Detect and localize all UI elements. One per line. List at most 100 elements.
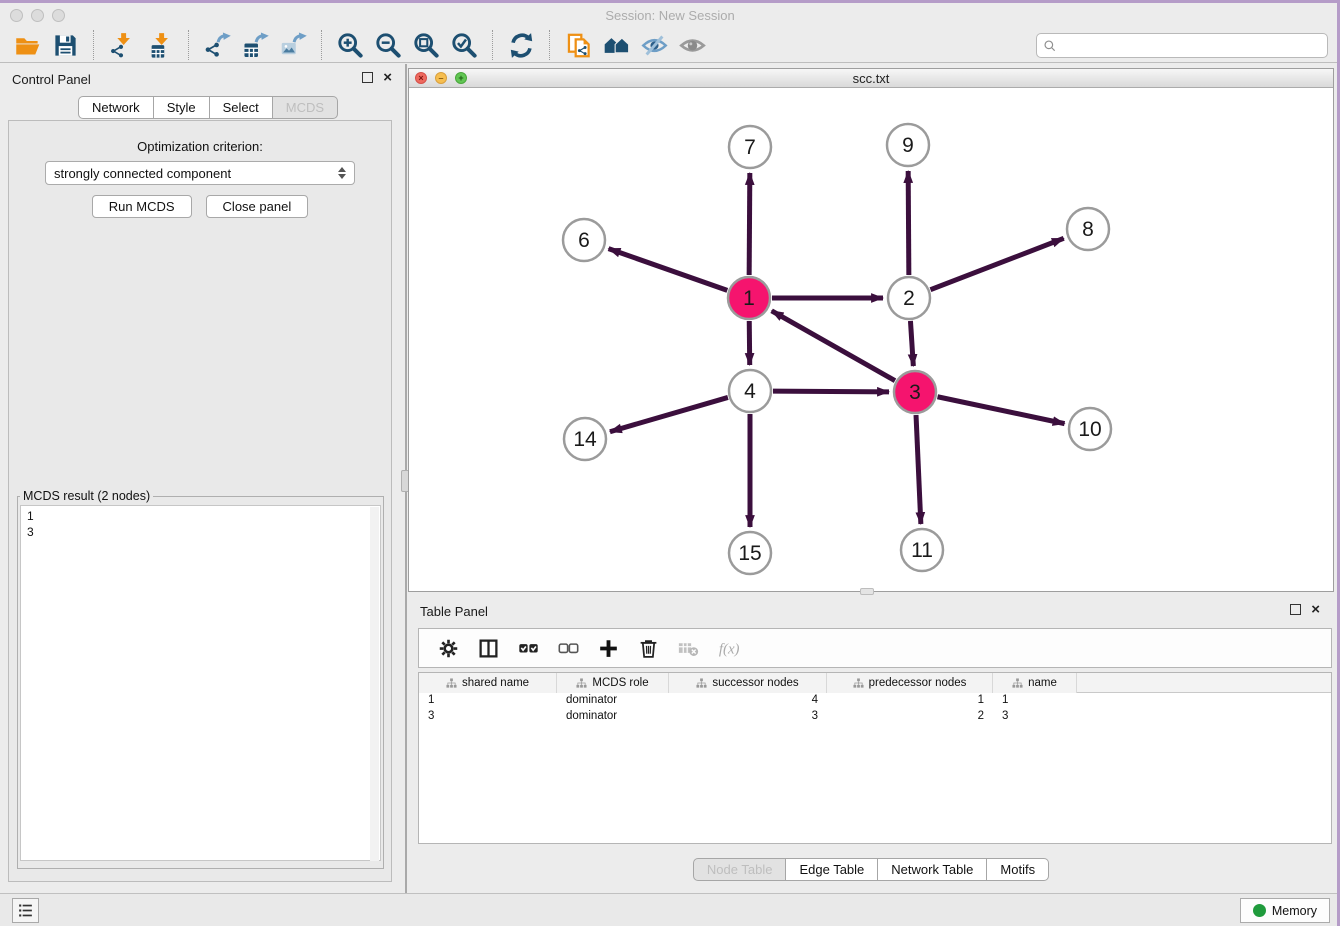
- select-all-button[interactable]: [511, 632, 545, 664]
- import-network-button[interactable]: [103, 29, 141, 61]
- import-table-button[interactable]: [141, 29, 179, 61]
- graph-node-1[interactable]: 1: [728, 277, 770, 319]
- column-header-name[interactable]: name: [993, 673, 1077, 693]
- delete-column-button[interactable]: [631, 632, 665, 664]
- export-image-button[interactable]: [274, 29, 312, 61]
- panel-splitter[interactable]: [405, 64, 407, 893]
- hide-unselected-button[interactable]: [635, 29, 673, 61]
- edge-4-14[interactable]: [610, 397, 728, 431]
- edge-1-7[interactable]: [749, 173, 750, 275]
- open-file-button[interactable]: [8, 29, 46, 61]
- zoom-in-button[interactable]: [331, 29, 369, 61]
- tab-motifs[interactable]: Motifs: [987, 858, 1049, 881]
- network-graph[interactable]: 1 2 3 4 6 7 8 9 10 11 14 15: [409, 88, 1333, 591]
- close-panel-button[interactable]: Close panel: [206, 195, 309, 218]
- table-cell[interactable]: 1: [419, 693, 557, 709]
- edge-2-3[interactable]: [910, 321, 913, 366]
- chevron-up-down-icon: [338, 167, 346, 179]
- edge-2-8[interactable]: [930, 238, 1063, 289]
- table-cell[interactable]: 1: [827, 693, 993, 709]
- split-columns-button[interactable]: [471, 632, 505, 664]
- toolbar-separator: [492, 30, 493, 60]
- graph-node-6[interactable]: 6: [563, 219, 605, 261]
- show-all-button[interactable]: [673, 29, 711, 61]
- graph-node-2[interactable]: 2: [888, 277, 930, 319]
- table-cell[interactable]: 3: [669, 709, 827, 725]
- network-canvas[interactable]: 1 2 3 4 6 7 8 9 10 11 14 15: [409, 88, 1333, 591]
- graph-node-15[interactable]: 15: [729, 532, 771, 574]
- refresh-button[interactable]: [502, 29, 540, 61]
- tab-network[interactable]: Network: [78, 96, 154, 119]
- table-cell[interactable]: 3: [993, 709, 1077, 725]
- tab-mcds[interactable]: MCDS: [273, 96, 338, 119]
- run-mcds-button[interactable]: Run MCDS: [92, 195, 192, 218]
- zoom-out-button[interactable]: [369, 29, 407, 61]
- delete-table-icon: [678, 638, 699, 659]
- graph-node-11[interactable]: 11: [901, 529, 943, 571]
- result-scrollbar[interactable]: [370, 507, 379, 861]
- result-line: 1: [27, 508, 374, 524]
- table-cell[interactable]: dominator: [557, 709, 669, 725]
- table-cell[interactable]: 2: [827, 709, 993, 725]
- tab-network-table[interactable]: Network Table: [878, 858, 987, 881]
- column-header-successor-nodes[interactable]: successor nodes: [669, 673, 827, 693]
- edge-3-10[interactable]: [938, 397, 1065, 424]
- zoom-selected-button[interactable]: [445, 29, 483, 61]
- svg-text:f(x): f(x): [718, 641, 738, 657]
- graph-node-10[interactable]: 10: [1069, 408, 1111, 450]
- export-table-button[interactable]: [236, 29, 274, 61]
- table-cell[interactable]: 4: [669, 693, 827, 709]
- search-input[interactable]: [1062, 39, 1321, 53]
- memory-button[interactable]: Memory: [1240, 898, 1330, 923]
- window-titlebar: Session: New Session: [0, 3, 1340, 28]
- table-row[interactable]: 1dominator411: [419, 693, 1331, 709]
- save-session-button[interactable]: [46, 29, 84, 61]
- graph-node-7[interactable]: 7: [729, 126, 771, 168]
- zoom-in-icon: [337, 32, 364, 59]
- network-resize-handle[interactable]: [860, 588, 874, 595]
- export-image-icon: [280, 32, 307, 59]
- table-cell[interactable]: 1: [993, 693, 1077, 709]
- delete-column-icon: [638, 638, 659, 659]
- edge-3-1[interactable]: [772, 311, 895, 381]
- graph-node-3[interactable]: 3: [894, 371, 936, 413]
- zoom-fit-button[interactable]: [407, 29, 445, 61]
- network-window-titlebar[interactable]: × – + scc.txt: [409, 69, 1333, 88]
- search-box[interactable]: [1036, 33, 1328, 58]
- graph-node-4[interactable]: 4: [729, 370, 771, 412]
- node-label: 3: [909, 381, 921, 404]
- home-button[interactable]: [597, 29, 635, 61]
- mcds-result-text[interactable]: 13: [20, 505, 381, 861]
- table-row[interactable]: 3dominator323: [419, 709, 1331, 725]
- tab-select[interactable]: Select: [210, 96, 273, 119]
- gear-button[interactable]: [431, 632, 465, 664]
- edge-2-9[interactable]: [908, 171, 909, 275]
- tab-edge-table[interactable]: Edge Table: [786, 858, 878, 881]
- tab-node-table[interactable]: Node Table: [693, 858, 787, 881]
- duplicate-network-button[interactable]: [559, 29, 597, 61]
- deselect-all-button[interactable]: [551, 632, 585, 664]
- graph-node-8[interactable]: 8: [1067, 208, 1109, 250]
- close-table-panel-icon[interactable]: ×: [1311, 604, 1320, 615]
- criterion-dropdown[interactable]: strongly connected component: [45, 161, 355, 185]
- edge-3-11[interactable]: [916, 415, 921, 524]
- tree-column-icon: [853, 678, 864, 689]
- float-table-panel-icon[interactable]: [1290, 604, 1301, 615]
- column-header-predecessor-nodes[interactable]: predecessor nodes: [827, 673, 993, 693]
- float-panel-icon[interactable]: [362, 72, 373, 83]
- edge-1-6[interactable]: [609, 249, 728, 291]
- table-cell[interactable]: dominator: [557, 693, 669, 709]
- zoom-selected-icon: [451, 32, 478, 59]
- edge-4-3[interactable]: [773, 391, 889, 392]
- add-column-button[interactable]: [591, 632, 625, 664]
- table-cell[interactable]: 3: [419, 709, 557, 725]
- delete-table-button: [671, 632, 705, 664]
- column-header-shared-name[interactable]: shared name: [419, 673, 557, 693]
- column-header-mcds-role[interactable]: MCDS role: [557, 673, 669, 693]
- graph-node-9[interactable]: 9: [887, 124, 929, 166]
- export-network-button[interactable]: [198, 29, 236, 61]
- close-panel-icon[interactable]: ×: [383, 72, 392, 83]
- task-history-button[interactable]: [12, 898, 39, 923]
- graph-node-14[interactable]: 14: [564, 418, 606, 460]
- tab-style[interactable]: Style: [154, 96, 210, 119]
